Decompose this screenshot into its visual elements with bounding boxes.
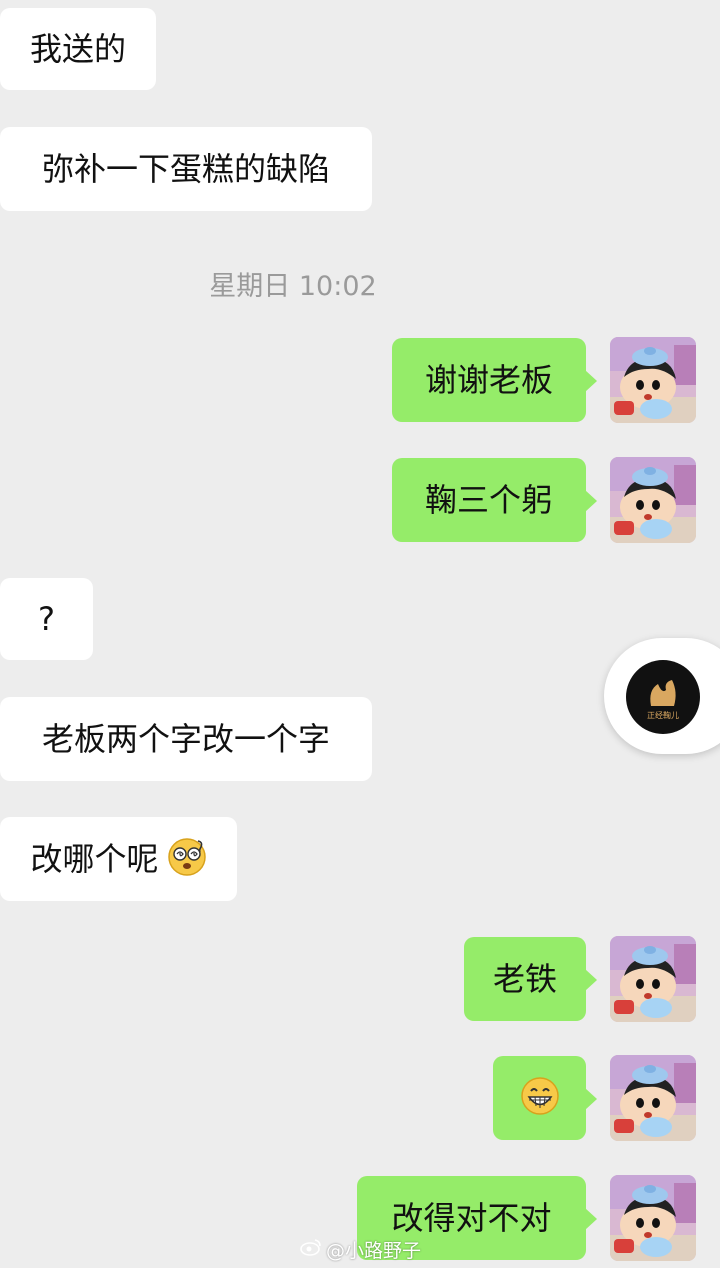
user-avatar[interactable] (610, 457, 696, 543)
message-text: 我送的 (29, 30, 126, 68)
avatar-image (610, 337, 696, 423)
message-text: 鞠三个躬 (424, 481, 553, 519)
dizzy-face-emoji (167, 837, 207, 882)
user-avatar[interactable] (610, 1175, 696, 1261)
incoming-message-bubble[interactable]: ? (0, 578, 93, 660)
user-avatar[interactable] (610, 936, 696, 1022)
message-text: ? (38, 600, 55, 638)
avatar-image (610, 1055, 696, 1141)
user-avatar[interactable] (610, 337, 696, 423)
message-text: 老板两个字改一个字 (41, 720, 330, 758)
floating-video-button[interactable]: 正经鞠儿 (604, 638, 720, 754)
avatar-image (610, 1175, 696, 1261)
incoming-message-bubble[interactable]: 改哪个呢 (0, 817, 237, 901)
outgoing-message-bubble[interactable]: 谢谢老板 (392, 338, 597, 422)
watermark-text: @小路野子 (326, 1240, 422, 1262)
message-text: 谢谢老板 (424, 361, 553, 399)
outgoing-message-bubble[interactable]: 鞠三个躬 (392, 458, 597, 542)
incoming-message-bubble[interactable]: 弥补一下蛋糕的缺陷 (0, 127, 372, 211)
incoming-message-bubble[interactable]: 老板两个字改一个字 (0, 697, 372, 781)
weibo-logo-icon (300, 1238, 322, 1261)
incoming-message-bubble[interactable]: 我送的 (0, 8, 156, 90)
video-channel-icon: 正经鞠儿 (626, 660, 700, 734)
avatar-image (610, 936, 696, 1022)
message-text: 弥补一下蛋糕的缺陷 (41, 150, 330, 188)
user-avatar[interactable] (610, 1055, 696, 1141)
watermark: @小路野子 (300, 1236, 421, 1263)
outgoing-message-bubble[interactable] (493, 1056, 597, 1140)
outgoing-message-bubble[interactable]: 老铁 (464, 937, 597, 1021)
avatar-image (610, 457, 696, 543)
chat-timestamp: 星期日 10:02 (209, 271, 377, 302)
message-text: 改哪个呢 (30, 840, 159, 878)
message-text: 改得对不对 (391, 1199, 552, 1237)
video-channel-caption: 正经鞠儿 (647, 710, 679, 720)
grinning-face-emoji (520, 1076, 560, 1121)
message-text: 老铁 (492, 960, 557, 998)
